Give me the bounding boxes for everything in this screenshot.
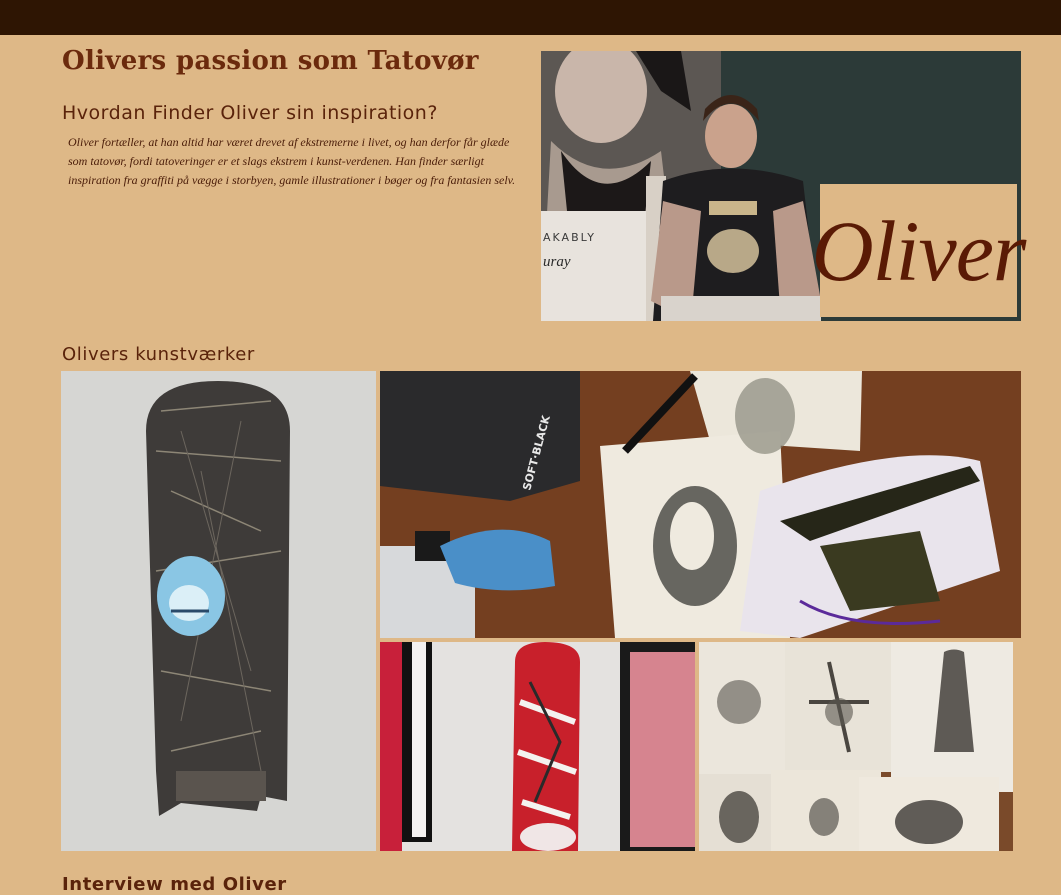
- artwork-sketches-collage-photo[interactable]: [699, 642, 1013, 851]
- top-nav-bar: [0, 0, 1061, 35]
- inspiration-text: Oliver fortæller, at han altid har været…: [68, 135, 516, 187]
- interview-heading: Interview med Oliver: [62, 874, 287, 895]
- artwork-red-skateboard-photo[interactable]: [380, 642, 695, 851]
- artwork-skateboard-deck-photo[interactable]: [61, 371, 376, 851]
- artworks-heading: Olivers kunstværker: [62, 344, 255, 365]
- artwork-table-drawings-photo[interactable]: SOFT·BLACK: [380, 371, 1021, 638]
- page-title: Olivers passion som Tatovør: [62, 46, 479, 76]
- bag-label-text: AKABLY: [543, 231, 596, 244]
- name-overlay-text: Oliver: [811, 202, 1027, 299]
- oliver-name-overlay: Oliver: [812, 184, 1026, 317]
- inspiration-heading: Hvordan Finder Oliver sin inspiration?: [62, 102, 438, 124]
- bag-script-text: uray: [543, 254, 571, 270]
